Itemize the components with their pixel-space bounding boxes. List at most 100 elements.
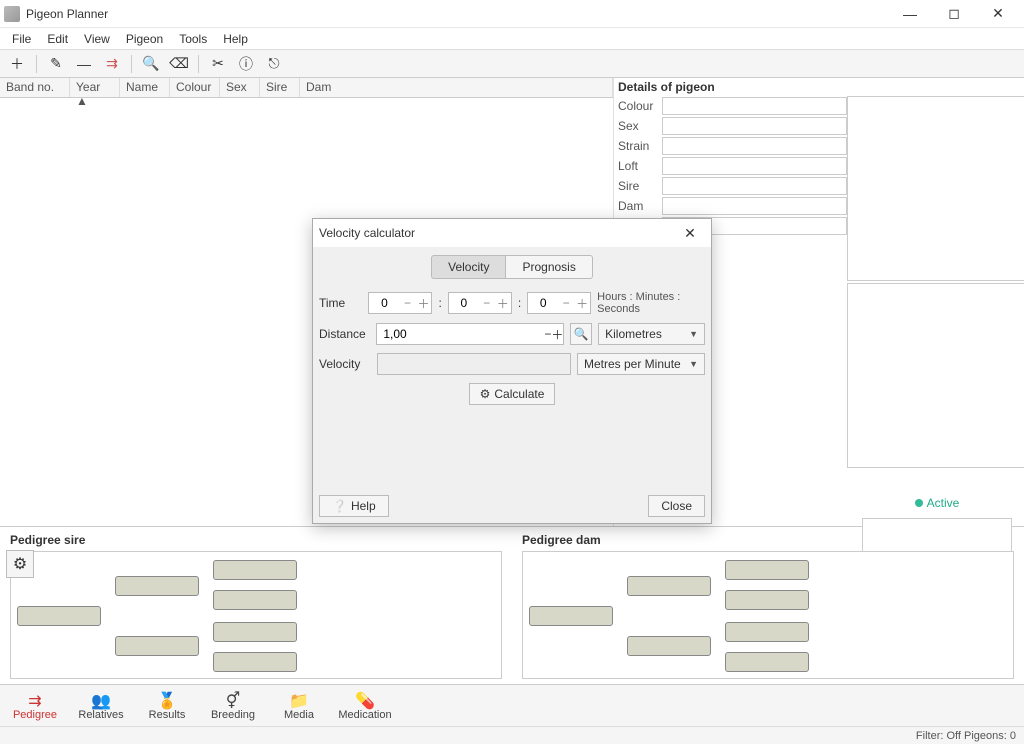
minutes-inc[interactable]: ＋ [495,295,511,312]
hours-input[interactable] [369,295,399,311]
col-year[interactable]: Year ▲ [70,78,120,97]
hours-inc[interactable]: ＋ [415,295,431,312]
pedigree-cell[interactable] [213,622,297,642]
menu-help[interactable]: Help [215,30,256,48]
col-sire[interactable]: Sire [260,78,300,97]
pedigree-area: Pedigree sire Pedigree dam [0,526,1024,684]
calculate-icon: ⚙ [480,387,491,401]
statusbar: Filter: Off Pigeons: 0 [0,726,1024,744]
pedigree-cell[interactable] [213,590,297,610]
window-maximize-button[interactable]: ◻ [932,0,976,28]
remove-button[interactable]: — [71,52,97,76]
seconds-inc[interactable]: ＋ [574,295,590,312]
active-status: Active [915,496,960,510]
info-button[interactable]: ⓘ [233,52,259,76]
tab-medication[interactable]: 💊Medication [338,691,392,721]
field-sex-2[interactable] [847,283,1024,468]
close-button[interactable]: Close [648,495,705,517]
calculate-button[interactable]: ⚙ Calculate [469,383,556,405]
pedigree-sire-title: Pedigree sire [10,533,502,547]
tab-relatives[interactable]: 👥Relatives [74,691,128,721]
tab-label: Results [149,709,186,721]
tab-results[interactable]: 🏅Results [140,691,194,721]
menu-edit[interactable]: Edit [39,30,76,48]
pedigree-sire-box [10,551,502,679]
time-sep: : [518,296,521,310]
seconds-dec[interactable]: − [558,296,574,310]
velocity-unit-combo[interactable]: Metres per Minute ▼ [577,353,705,375]
pedigree-cell[interactable] [529,606,613,626]
distance-unit-combo[interactable]: Kilometres ▼ [598,323,705,345]
field-loft[interactable] [662,157,847,175]
menubar: File Edit View Pigeon Tools Help [0,28,1024,50]
clear-filter-button[interactable]: ⌫ [166,52,192,76]
add-button[interactable]: ＋ [4,52,30,76]
menu-view[interactable]: View [76,30,118,48]
field-strain[interactable] [662,137,847,155]
dialog-tabs: Velocity Prognosis [319,255,705,279]
col-dam[interactable]: Dam [300,78,613,97]
field-colour-2[interactable] [847,96,1024,281]
separator [198,55,199,73]
field-sex[interactable] [662,117,847,135]
tab-velocity[interactable]: Velocity [431,255,505,279]
distance-inc[interactable]: ＋ [551,326,563,343]
pedigree-button[interactable]: ⇉ [99,52,125,76]
hours-dec[interactable]: − [399,296,415,310]
label-sex: Sex [618,119,658,133]
help-button[interactable]: ❔ Help [319,495,389,517]
status-text: Filter: Off Pigeons: 0 [916,730,1016,742]
window-close-button[interactable]: ✕ [976,0,1020,28]
field-sire[interactable] [662,177,847,195]
col-colour[interactable]: Colour [170,78,220,97]
pedigree-cell[interactable] [725,652,809,672]
distance-lookup-button[interactable]: 🔍 [570,323,592,345]
exit-button[interactable]: ⎋ [261,52,287,76]
tab-media[interactable]: 📁Media [272,691,326,721]
breeding-icon: ⚥ [226,691,240,709]
edit-button[interactable]: ✎ [43,52,69,76]
label-distance: Distance [319,327,370,341]
menu-tools[interactable]: Tools [171,30,215,48]
col-sex[interactable]: Sex [220,78,260,97]
pedigree-cell[interactable] [213,560,297,580]
minutes-spinner[interactable]: − ＋ [448,292,512,314]
field-dam[interactable] [662,197,847,215]
seconds-spinner[interactable]: − ＋ [527,292,591,314]
pedigree-cell[interactable] [725,560,809,580]
search-button[interactable]: 🔍 [138,52,164,76]
col-name[interactable]: Name [120,78,170,97]
pedigree-cell[interactable] [115,576,199,596]
dialog-close-x[interactable]: ✕ [675,219,705,247]
minutes-dec[interactable]: − [479,296,495,310]
tab-pedigree[interactable]: ⇉Pedigree [8,691,62,721]
distance-input[interactable] [377,327,544,341]
tools-button[interactable]: ✂ [205,52,231,76]
col-band[interactable]: Band no. [0,78,70,97]
distance-dec[interactable]: − [544,327,551,341]
settings-button[interactable]: ⚙ [6,550,34,578]
tab-label: Breeding [211,709,255,721]
pedigree-cell[interactable] [627,636,711,656]
field-colour[interactable] [662,97,847,115]
pedigree-cell[interactable] [213,652,297,672]
hours-spinner[interactable]: − ＋ [368,292,432,314]
minutes-input[interactable] [449,295,479,311]
distance-field[interactable]: − ＋ [376,323,564,345]
menu-pigeon[interactable]: Pigeon [118,30,171,48]
calculate-label: Calculate [494,387,544,401]
tab-prognosis[interactable]: Prognosis [505,255,592,279]
seconds-input[interactable] [528,295,558,311]
pedigree-cell[interactable] [627,576,711,596]
pedigree-cell[interactable] [725,622,809,642]
label-dam: Dam [618,199,658,213]
pedigree-dam-box [522,551,1014,679]
active-label: Active [927,496,960,510]
pedigree-cell[interactable] [725,590,809,610]
tab-breeding[interactable]: ⚥Breeding [206,691,260,721]
pedigree-cell[interactable] [115,636,199,656]
pedigree-cell[interactable] [17,606,101,626]
menu-file[interactable]: File [4,30,39,48]
pedigree-dam-title: Pedigree dam [522,533,1014,547]
window-minimize-button[interactable]: — [888,0,932,28]
